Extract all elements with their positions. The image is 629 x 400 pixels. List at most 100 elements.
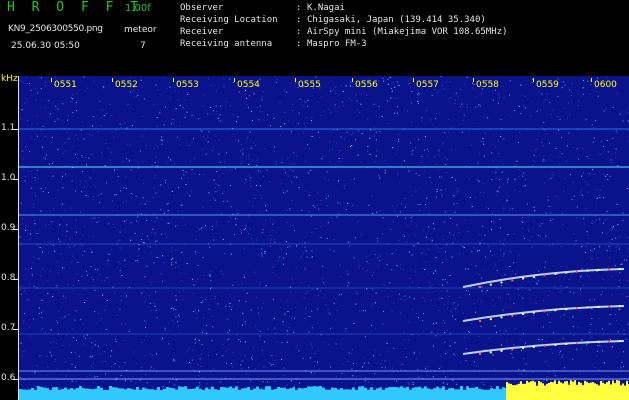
noise-speck [499,219,501,220]
noise-speck [513,344,515,346]
noise-speck [496,331,498,333]
signal-band-spike [558,380,560,388]
noise-speck [124,292,126,294]
noise-speck [197,278,199,280]
noise-speck [513,380,515,382]
meteor-echo-dot [586,306,589,309]
noise-speck [615,152,617,154]
noise-speck [601,350,603,352]
noise-speck [283,89,285,91]
noise-speck [147,238,149,240]
bottom-band-spike [298,387,301,392]
noise-speck [309,316,311,318]
meteor-echo-dot [489,351,492,354]
bottom-band-spike [421,388,424,392]
noise-speck [421,252,423,254]
noise-speck [287,175,289,177]
noise-speck [222,173,224,175]
noise-speck [146,335,147,337]
noise-speck [441,176,443,178]
noise-speck [581,194,583,196]
noise-speck [404,198,406,200]
meteor-echo-dot [479,320,481,322]
noise-speck [542,300,544,302]
noise-speck [62,153,64,155]
noise-speck [48,192,49,194]
noise-speck [57,272,59,273]
noise-speck [230,253,232,255]
noise-speck [516,160,518,162]
bottom-band-spike [175,389,178,392]
noise-speck [206,324,208,326]
x-tick [533,78,534,82]
noise-speck [297,123,299,124]
noise-speck [129,144,131,146]
noise-speck [418,93,420,95]
noise-speck [609,323,611,325]
noise-speck [415,224,417,226]
noise-speck [246,137,248,139]
noise-speck [495,263,496,265]
noise-speck [592,141,594,143]
bottom-band-spike [205,387,208,392]
noise-speck [580,189,582,191]
noise-speck [27,299,29,301]
noise-speck [191,142,193,144]
noise-speck [103,115,105,117]
y-tick-label: 0.6 [1,373,16,383]
noise-speck [552,109,554,111]
noise-speck [405,356,407,358]
noise-speck [160,218,162,220]
noise-speck [482,137,484,139]
noise-speck [42,125,44,127]
noise-speck [558,196,560,198]
noise-speck [57,118,59,120]
noise-speck [237,116,239,118]
noise-speck [64,142,66,144]
noise-speck [509,208,511,210]
noise-speck [400,369,402,371]
noise-speck [212,368,214,370]
noise-speck [260,170,262,172]
noise-speck [573,147,574,149]
noise-speck [50,353,52,355]
noise-speck [118,261,120,263]
noise-speck [138,262,140,264]
noise-speck [262,354,264,356]
noise-speck [452,303,454,305]
noise-speck [597,77,599,79]
noise-speck [61,171,63,173]
meteor-echo-dot [619,340,621,342]
noise-speck [164,182,166,184]
noise-speck [372,289,374,291]
noise-speck [156,217,158,219]
noise-speck [287,340,289,342]
noise-speck [600,140,602,142]
noise-speck [187,93,189,95]
noise-speck [290,380,292,382]
noise-speck [445,211,447,213]
noise-speck [498,191,500,193]
noise-speck [531,100,533,102]
noise-speck [222,238,224,240]
noise-speck [307,315,309,317]
noise-speck [180,105,181,106]
noise-speck [307,144,309,146]
noise-speck [531,81,533,83]
noise-speck [67,313,69,315]
noise-speck [108,223,110,225]
noise-speck [483,141,485,142]
noise-speck [205,153,207,155]
noise-speck [281,342,283,344]
noise-speck [242,148,243,150]
noise-speck [412,308,413,310]
noise-speck [311,250,313,252]
noise-speck [466,290,468,292]
noise-speck [514,189,516,191]
noise-speck [80,318,82,320]
noise-speck [422,230,424,232]
noise-speck [357,100,358,102]
noise-speck [621,361,623,363]
noise-speck [351,99,353,101]
signal-band-spike [510,383,512,388]
